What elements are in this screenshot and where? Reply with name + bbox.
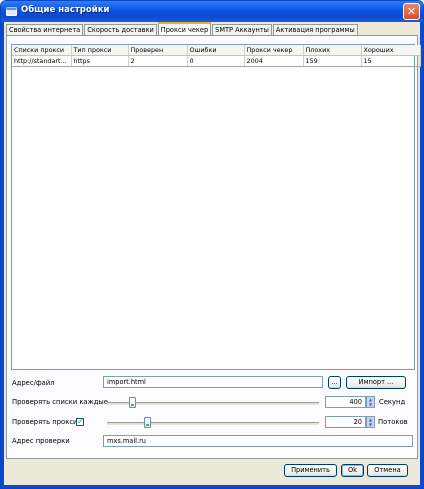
cell-proxy-checker: 2004 xyxy=(244,55,304,67)
cell-proxy-list: http://standart... xyxy=(12,55,72,67)
window-frame-bottom xyxy=(1,485,423,488)
check-proxy-checkbox[interactable]: ✓ xyxy=(76,418,84,426)
address-label: Адрес/файл xyxy=(12,379,55,387)
check-address-input[interactable] xyxy=(103,435,413,447)
threads-slider-track xyxy=(107,422,319,426)
column-header-checked[interactable]: Проверен xyxy=(128,45,188,56)
threads-slider-thumb[interactable] xyxy=(144,417,152,428)
cancel-button[interactable]: Отмена xyxy=(367,464,408,477)
checkmark-icon: ✓ xyxy=(77,417,84,426)
cell-good: 15 xyxy=(361,55,421,67)
window-title: Общие настройки xyxy=(21,5,110,15)
seconds-unit-label: Секунд xyxy=(379,398,406,406)
column-header-errors[interactable]: Ошибки xyxy=(187,45,245,56)
check-lists-slider-track xyxy=(107,402,319,406)
title-bar[interactable]: Общие настройки ✕ xyxy=(1,1,423,22)
spin-down-icon[interactable]: ▼ xyxy=(367,422,374,427)
check-address-label: Адрес проверки xyxy=(12,437,70,445)
check-lists-slider-thumb[interactable] xyxy=(129,397,137,408)
proxy-checker-page: Списки прокси Тип прокси Проверен Ошибки… xyxy=(6,35,421,459)
column-header-proxy-type[interactable]: Тип прокси xyxy=(71,45,129,56)
ok-button[interactable]: Ok xyxy=(341,464,364,477)
import-button[interactable]: Импорт ... xyxy=(346,376,406,389)
threads-spinner[interactable]: ▲ ▼ xyxy=(366,416,375,428)
app-window-icon xyxy=(6,7,17,16)
check-lists-label: Проверять списки каждые xyxy=(12,398,108,406)
address-file-input[interactable] xyxy=(103,376,323,388)
cell-bad: 159 xyxy=(303,55,362,67)
table-header-row: Списки прокси Тип прокси Проверен Ошибки… xyxy=(12,45,421,56)
window-frame-left xyxy=(1,22,4,488)
threads-count-input[interactable] xyxy=(325,416,366,428)
threads-unit-label: Потоков xyxy=(378,418,408,426)
spin-down-icon[interactable]: ▼ xyxy=(367,402,374,407)
cell-proxy-type: https xyxy=(71,55,129,67)
cell-errors: 0 xyxy=(187,55,245,67)
column-header-good[interactable]: Хороших xyxy=(361,45,421,56)
proxy-lists-table[interactable]: Списки прокси Тип прокси Проверен Ошибки… xyxy=(11,44,421,370)
apply-button[interactable]: Применить xyxy=(284,464,337,477)
check-proxy-label: Проверять прокси xyxy=(12,418,78,426)
check-lists-spinner[interactable]: ▲ ▼ xyxy=(366,396,375,408)
window-frame-right xyxy=(420,22,423,488)
tab-proxy-checker[interactable]: Прокси чекер xyxy=(157,22,212,36)
cell-checked: 2 xyxy=(128,55,188,67)
column-header-bad[interactable]: Плохих xyxy=(303,45,362,56)
browse-button[interactable]: ... xyxy=(328,376,341,389)
check-lists-interval-input[interactable] xyxy=(325,396,366,408)
column-header-proxy-lists[interactable]: Списки прокси xyxy=(12,45,72,56)
settings-window: Общие настройки ✕ Свойства интернета Скор… xyxy=(0,0,424,489)
table-row[interactable]: http://standart... https 2 0 2004 159 15 xyxy=(12,55,421,67)
close-icon: ✕ xyxy=(406,5,417,18)
tab-strip: Свойства интернета Скорость доставки Прокс… xyxy=(6,22,359,36)
close-button[interactable]: ✕ xyxy=(403,3,420,20)
column-header-proxy-checker[interactable]: Прокси чекер xyxy=(244,45,304,56)
